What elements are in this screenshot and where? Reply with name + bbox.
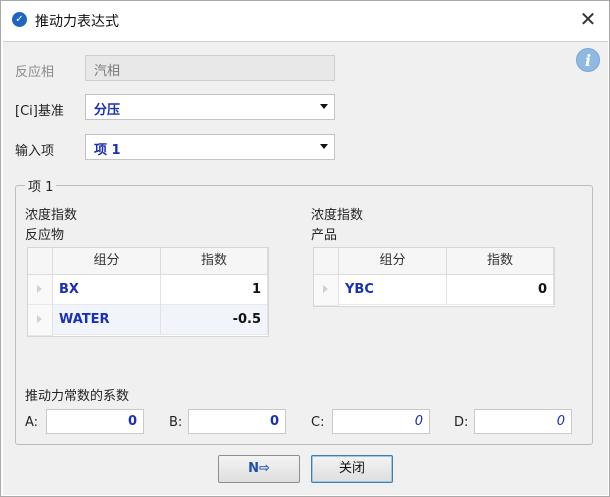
window-title: 推动力表达式 [35,14,119,30]
phase-label: 反应相 [15,65,55,80]
groupbox-title: 项 1 [25,176,57,195]
dialog-window: ✓ 推动力表达式 ✕ i 反应相 汽相 [Ci]基准 分压 输入项 项 1 项 … [0,0,610,497]
row-arrow-icon [323,285,328,293]
dialog-body: i 反应相 汽相 [Ci]基准 分压 输入项 项 1 项 1 浓度指数 反应物 … [3,41,608,495]
title-bar: ✓ 推动力表达式 ✕ [1,1,609,39]
input-term-dropdown[interactable]: 项 1 [85,134,335,160]
chevron-down-icon [320,104,328,109]
next-arrow-icon: N⇨ [248,461,270,476]
product-heading-2: 产品 [311,228,338,243]
coef-d-label: D: [454,415,469,430]
coef-d-input[interactable]: 0 [474,409,572,434]
basis-dropdown[interactable]: 分压 [85,94,335,120]
column-header-component[interactable]: 组分 [339,248,447,275]
basis-label: [Ci]基准 [15,104,64,119]
row-arrow-icon [37,285,42,293]
coef-a-label: A: [25,415,39,430]
column-header-exponent[interactable]: 指数 [447,248,554,275]
product-heading-1: 浓度指数 [311,208,364,223]
reactant-heading-1: 浓度指数 [25,208,78,223]
reactant-heading-2: 反应物 [25,228,65,243]
reactant-exponent-cell[interactable]: 1 [161,275,268,305]
check-circle-icon: ✓ [12,12,27,27]
chevron-down-icon [320,144,328,149]
reactant-component-cell[interactable]: BX [53,275,161,305]
coefficients-title: 推动力常数的系数 [25,389,130,404]
column-header-exponent[interactable]: 指数 [161,248,268,275]
close-icon[interactable]: ✕ [575,7,601,33]
input-term-label: 输入项 [15,144,55,159]
coef-b-input[interactable]: 0 [188,409,286,434]
reactant-component-cell[interactable]: WATER [53,305,161,335]
coef-b-label: B: [169,415,183,430]
row-selector[interactable] [314,275,339,306]
close-button[interactable]: 关闭 [311,455,393,483]
product-exponent-cell[interactable]: 0 [447,275,554,305]
reactants-grid: 组分 指数 BX 1 WATER -0.5 [27,247,269,337]
phase-field: 汽相 [85,55,335,81]
coef-c-label: C: [311,415,325,430]
row-selector-header [28,248,53,275]
row-arrow-icon [37,315,42,323]
next-button[interactable]: N⇨ [218,455,300,483]
row-selector-header [314,248,339,275]
reactant-exponent-cell[interactable]: -0.5 [161,305,268,335]
coef-a-input[interactable]: 0 [46,409,144,434]
coef-c-input[interactable]: 0 [332,409,430,434]
basis-value: 分压 [94,103,121,118]
info-icon[interactable]: i [576,48,600,72]
row-selector[interactable] [28,275,53,305]
input-term-value: 项 1 [94,143,121,158]
column-header-component[interactable]: 组分 [53,248,161,275]
product-component-cell[interactable]: YBC [339,275,447,305]
products-grid: 组分 指数 YBC 0 [313,247,555,307]
row-selector[interactable] [28,305,53,336]
